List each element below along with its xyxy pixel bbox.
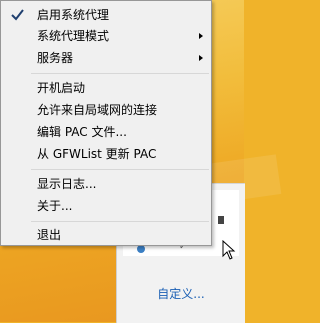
menu-separator — [31, 221, 209, 222]
menu-item-label: 关于... — [37, 199, 73, 213]
menu-item-quit[interactable]: 退出 — [3, 224, 209, 246]
menu-item-start-on-boot[interactable]: 开机启动 — [3, 77, 209, 99]
mouse-cursor-icon — [222, 240, 236, 260]
menu-item-about[interactable]: 关于... — [3, 195, 209, 217]
tray-app-icon[interactable] — [218, 216, 224, 224]
menu-item-update-pac[interactable]: 从 GFWList 更新 PAC — [3, 143, 209, 165]
menu-item-label: 编辑 PAC 文件... — [37, 125, 127, 139]
menu-item-label: 从 GFWList 更新 PAC — [37, 147, 157, 161]
menu-item-edit-pac[interactable]: 编辑 PAC 文件... — [3, 121, 209, 143]
menu-item-servers[interactable]: 服务器 — [3, 47, 209, 69]
menu-item-label: 退出 — [37, 228, 62, 242]
menu-item-show-logs[interactable]: 显示日志... — [3, 173, 209, 195]
menu-item-allow-lan[interactable]: 允许来自局域网的连接 — [3, 99, 209, 121]
menu-item-system-proxy-mode[interactable]: 系统代理模式 — [3, 25, 209, 47]
menu-item-label: 启用系统代理 — [37, 8, 110, 22]
customize-link[interactable]: 自定义... — [117, 285, 245, 302]
menu-item-label: 系统代理模式 — [37, 29, 110, 43]
menu-item-enable-system-proxy[interactable]: 启用系统代理 — [3, 4, 209, 26]
submenu-arrow-icon — [199, 33, 203, 39]
menu-item-label: 允许来自局域网的连接 — [37, 103, 158, 117]
menu-separator — [31, 169, 209, 170]
tray-app-icon-blue[interactable] — [137, 245, 145, 253]
context-menu: 启用系统代理 系统代理模式 服务器 开机启动 允许来自局域网的连接 编辑 PAC… — [0, 0, 212, 246]
menu-item-label: 显示日志... — [37, 177, 97, 191]
menu-separator — [31, 73, 209, 74]
menu-item-label: 服务器 — [37, 51, 74, 65]
checkmark-icon — [11, 9, 24, 21]
submenu-arrow-icon — [199, 55, 203, 61]
menu-item-label: 开机启动 — [37, 81, 86, 95]
